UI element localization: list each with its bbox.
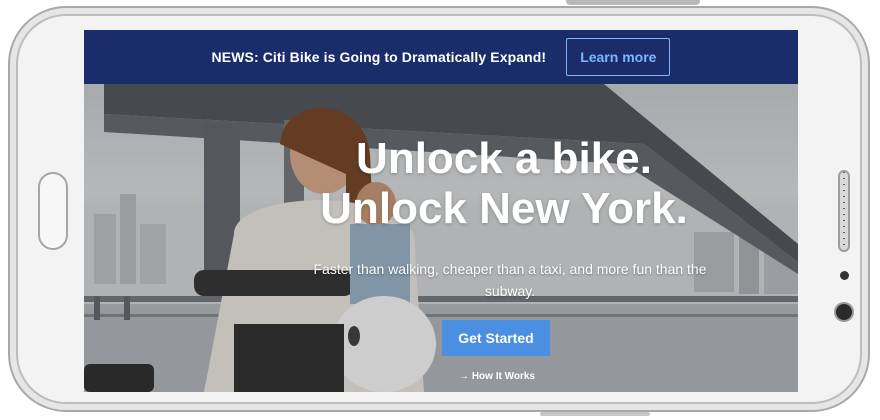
get-started-button[interactable]: Get Started xyxy=(442,320,550,356)
phone-camera xyxy=(836,304,852,320)
phone-top-button xyxy=(566,0,700,5)
phone-bottom-slot xyxy=(540,412,650,416)
how-it-works-label: How It Works xyxy=(471,371,535,382)
how-it-works-link[interactable]: → How It Works xyxy=(452,371,542,382)
hero-subtext: Faster than walking, cheaper than a taxi… xyxy=(313,261,707,299)
hero-overlay xyxy=(84,84,798,392)
headline-line-1: Unlock a bike. xyxy=(356,134,652,183)
hero-headline: Unlock a bike. Unlock New York. xyxy=(264,134,744,234)
phone-screen: NEWS: Citi Bike is Going to Dramatically… xyxy=(84,30,798,392)
news-bar: NEWS: Citi Bike is Going to Dramatically… xyxy=(84,30,798,84)
arrow-right-icon: → xyxy=(459,371,470,382)
headline-line-2: Unlock New York. xyxy=(320,184,688,233)
phone-home-button[interactable] xyxy=(38,172,68,250)
news-text: NEWS: Citi Bike is Going to Dramatically… xyxy=(211,49,547,65)
learn-more-button[interactable]: Learn more xyxy=(566,38,671,76)
phone-sensor xyxy=(840,271,849,280)
phone-speaker xyxy=(838,170,850,252)
